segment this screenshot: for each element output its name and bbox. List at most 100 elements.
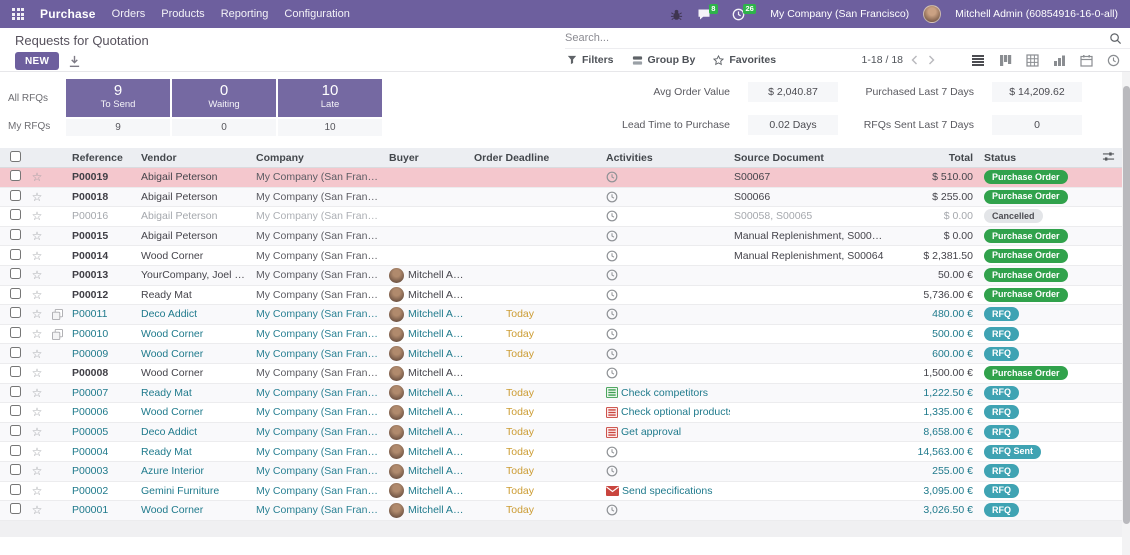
pager-previous-icon[interactable] [911,55,918,65]
header-company[interactable]: Company [252,152,385,164]
activity-clock-icon[interactable] [606,191,618,203]
cell-activities[interactable] [602,446,730,458]
cell-activities[interactable] [602,230,730,242]
favorite-star-icon[interactable]: ☆ [26,230,48,242]
kpi-my-waiting[interactable]: 0 [172,119,276,136]
row-checkbox[interactable] [10,209,21,220]
cell-activities[interactable]: Get approval [602,426,730,438]
app-name[interactable]: Purchase [40,7,96,21]
new-button[interactable]: NEW [15,52,59,70]
table-row[interactable]: ☆ P00011 Deco Addict My Company (San Fra… [0,305,1122,325]
row-checkbox[interactable] [10,249,21,260]
favorite-star-icon[interactable]: ☆ [26,210,48,222]
activity-clock-icon[interactable] [606,446,618,458]
row-checkbox[interactable] [10,484,21,495]
header-order-deadline[interactable]: Order Deadline [470,152,602,164]
favorite-star-icon[interactable]: ☆ [26,348,48,360]
view-pivot-icon[interactable] [1026,54,1039,67]
favorite-star-icon[interactable]: ☆ [26,426,48,438]
favorite-star-icon[interactable]: ☆ [26,250,48,262]
activity-clock-icon[interactable] [606,465,618,477]
table-row[interactable]: ☆ P00013 YourCompany, Joel Willis My Com… [0,266,1122,286]
table-row[interactable]: ☆ P00002 Gemini Furniture My Company (Sa… [0,482,1122,502]
table-row[interactable]: ☆ P00018 Abigail Peterson My Company (Sa… [0,188,1122,208]
table-row[interactable]: ☆ P00014 Wood Corner My Company (San Fra… [0,246,1122,266]
activity-clock-icon[interactable] [606,171,618,183]
activity-todo-icon-red[interactable] [606,427,618,438]
view-list-icon[interactable] [971,54,985,67]
favorite-star-icon[interactable]: ☆ [26,289,48,301]
menu-reporting[interactable]: Reporting [221,8,269,20]
search-icon[interactable] [1109,32,1122,45]
row-checkbox[interactable] [10,327,21,338]
favorite-star-icon[interactable]: ☆ [26,485,48,497]
row-checkbox[interactable] [10,229,21,240]
cell-activities[interactable] [602,328,730,340]
table-row[interactable]: ☆ P00001 Wood Corner My Company (San Fra… [0,501,1122,521]
cell-activities[interactable] [602,367,730,379]
row-checkbox[interactable] [10,425,21,436]
view-calendar-icon[interactable] [1080,54,1093,67]
activity-clock-icon[interactable] [606,269,618,281]
favorite-star-icon[interactable]: ☆ [26,308,48,320]
row-checkbox[interactable] [10,288,21,299]
favorite-star-icon[interactable]: ☆ [26,269,48,281]
header-activities[interactable]: Activities [602,152,730,164]
favorite-star-icon[interactable]: ☆ [26,406,48,418]
row-checkbox[interactable] [10,405,21,416]
row-checkbox[interactable] [10,170,21,181]
optional-columns-icon[interactable] [1095,150,1122,166]
header-source-document[interactable]: Source Document [730,152,890,164]
activity-email-icon[interactable] [606,486,619,496]
view-graph-icon[interactable] [1053,54,1066,67]
favorite-star-icon[interactable]: ☆ [26,171,48,183]
user-menu[interactable]: Mitchell Admin (60854916-16-0-all) [955,8,1118,20]
header-buyer[interactable]: Buyer [385,152,470,164]
table-row[interactable]: ☆ P00015 Abigail Peterson My Company (Sa… [0,227,1122,247]
select-all-checkbox[interactable] [10,151,21,162]
activity-clock-icon[interactable] [606,367,618,379]
activity-todo-icon-red[interactable] [606,407,618,418]
row-checkbox[interactable] [10,503,21,514]
activities-clock-icon[interactable]: 26 [732,8,756,21]
kpi-late[interactable]: 10Late [278,79,382,117]
row-checkbox[interactable] [10,464,21,475]
activity-clock-icon[interactable] [606,289,618,301]
kpi-to-send[interactable]: 9To Send [66,79,170,117]
table-row[interactable]: ☆ P00019 Abigail Peterson My Company (Sa… [0,168,1122,188]
table-row[interactable]: ☆ P00007 Ready Mat My Company (San Franc… [0,384,1122,404]
messages-icon[interactable]: 8 [697,8,718,21]
company-switcher[interactable]: My Company (San Francisco) [770,8,909,20]
activity-clock-icon[interactable] [606,210,618,222]
menu-products[interactable]: Products [161,8,204,20]
menu-orders[interactable]: Orders [112,8,146,20]
table-row[interactable]: ☆ P00008 Wood Corner My Company (San Fra… [0,364,1122,384]
activity-clock-icon[interactable] [606,348,618,360]
user-avatar[interactable] [923,5,941,23]
favorite-star-icon[interactable]: ☆ [26,446,48,458]
row-checkbox[interactable] [10,190,21,201]
group-by-button[interactable]: Group By [632,54,696,66]
favorite-star-icon[interactable]: ☆ [26,328,48,340]
header-reference[interactable]: Reference [68,152,137,164]
cell-activities[interactable]: Check optional products [602,406,730,418]
favorite-star-icon[interactable]: ☆ [26,465,48,477]
activity-todo-icon-green[interactable] [606,387,618,398]
cell-activities[interactable] [602,210,730,222]
kpi-waiting[interactable]: 0Waiting [172,79,276,117]
search-input[interactable] [565,32,1109,44]
row-checkbox[interactable] [10,445,21,456]
cell-activities[interactable]: Check competitors [602,387,730,399]
pager-next-icon[interactable] [928,55,935,65]
activity-clock-icon[interactable] [606,250,618,262]
cell-activities[interactable]: Send specifications [602,485,730,497]
cell-activities[interactable] [602,269,730,281]
apps-grid-icon[interactable] [12,8,24,20]
table-row[interactable]: ☆ P00012 Ready Mat My Company (San Franc… [0,286,1122,306]
row-checkbox[interactable] [10,268,21,279]
kpi-my-to-send[interactable]: 9 [66,119,170,136]
cell-activities[interactable] [602,191,730,203]
view-activity-icon[interactable] [1107,54,1120,67]
table-row[interactable]: ☆ P00006 Wood Corner My Company (San Fra… [0,403,1122,423]
favorite-star-icon[interactable]: ☆ [26,367,48,379]
